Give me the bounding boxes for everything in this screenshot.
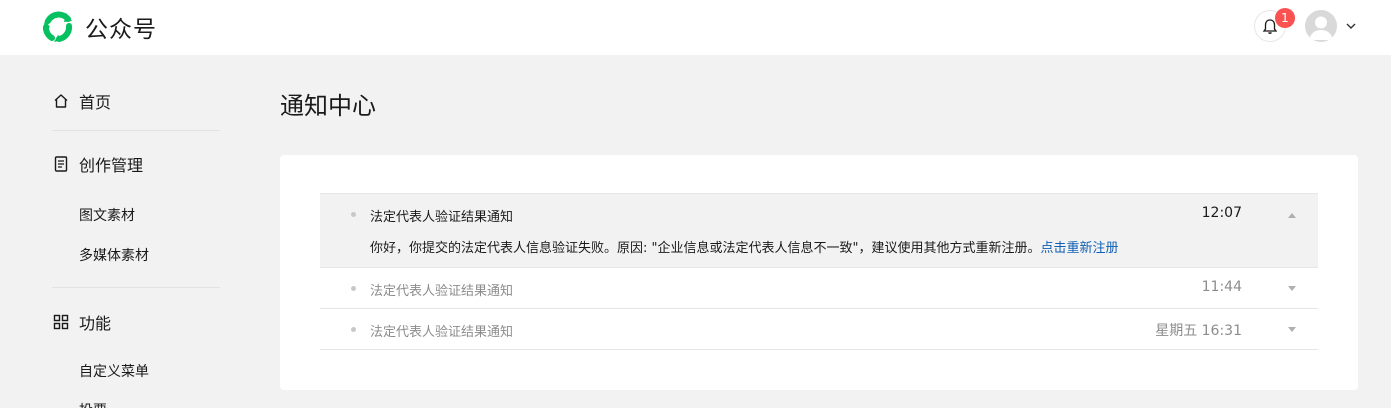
notification-item[interactable]: 法定代表人验证结果通知 12:07 你好，你提交的法定代表人信息验证失败。原因:… [320,194,1318,268]
expand-caret-down-icon[interactable] [1288,286,1296,292]
collapse-caret-up-icon[interactable] [1288,212,1296,218]
sidebar-item-multimedia[interactable]: 多媒体素材 [79,245,149,265]
read-dot-icon [351,286,356,291]
notification-time: 12:07 [1201,205,1242,221]
sidebar-item-home[interactable]: 首页 [52,89,111,113]
notification-title: 法定代表人验证结果通知 [370,284,514,299]
notification-message: 你好，你提交的法定代表人信息验证失败。原因: "企业信息或法定代表人信息不一致"… [370,241,1041,256]
expand-caret-down-icon[interactable] [1288,327,1296,333]
avatar[interactable] [1305,10,1337,42]
divider [52,130,220,131]
brand-name: 公众号 [85,17,157,43]
grid-icon [53,314,69,330]
home-icon [54,94,68,108]
read-dot-icon [351,212,356,217]
user-silhouette-icon [1309,16,1333,40]
wechat-official-logo-icon [43,11,73,42]
notification-body: 你好，你提交的法定代表人信息验证失败。原因: "企业信息或法定代表人信息不一致"… [370,237,1119,256]
document-icon [54,156,68,172]
page-title: 通知中心 [280,92,376,120]
sidebar-item-label: 首页 [79,93,112,112]
brand[interactable]: 公众号 [40,9,157,45]
sidebar-item-articles[interactable]: 图文素材 [79,205,135,225]
sidebar-item-voting[interactable]: 投票 [79,400,107,408]
notification-title: 法定代表人验证结果通知 [370,210,514,225]
sidebar-item-creation[interactable]: 创作管理 [52,152,143,176]
notification-time: 11:44 [1201,279,1242,295]
notification-card: 法定代表人验证结果通知 12:07 你好，你提交的法定代表人信息验证失败。原因:… [280,155,1358,390]
notification-item[interactable]: 法定代表人验证结果通知 11:44 [320,268,1318,309]
notification-title: 法定代表人验证结果通知 [370,325,514,340]
notification-item[interactable]: 法定代表人验证结果通知 星期五 16:31 [320,309,1318,350]
sidebar-item-label: 创作管理 [79,156,144,175]
sidebar-item-custom-menu[interactable]: 自定义菜单 [79,361,149,381]
notification-list: 法定代表人验证结果通知 12:07 你好，你提交的法定代表人信息验证失败。原因:… [320,193,1318,350]
re-register-link[interactable]: 点击重新注册 [1040,241,1118,256]
sidebar-item-features[interactable]: 功能 [52,310,111,334]
chevron-down-icon[interactable] [1345,20,1357,32]
read-dot-icon [351,327,356,332]
notification-time: 星期五 16:31 [1155,323,1242,339]
sidebar-item-label: 功能 [79,314,112,333]
top-bar: 公众号 1 [0,0,1391,55]
notification-count-badge: 1 [1275,8,1295,28]
divider [52,287,220,288]
sidebar: 首页 创作管理 图文素材 多媒体素材 功能 自定义菜单 投票 [0,55,250,408]
